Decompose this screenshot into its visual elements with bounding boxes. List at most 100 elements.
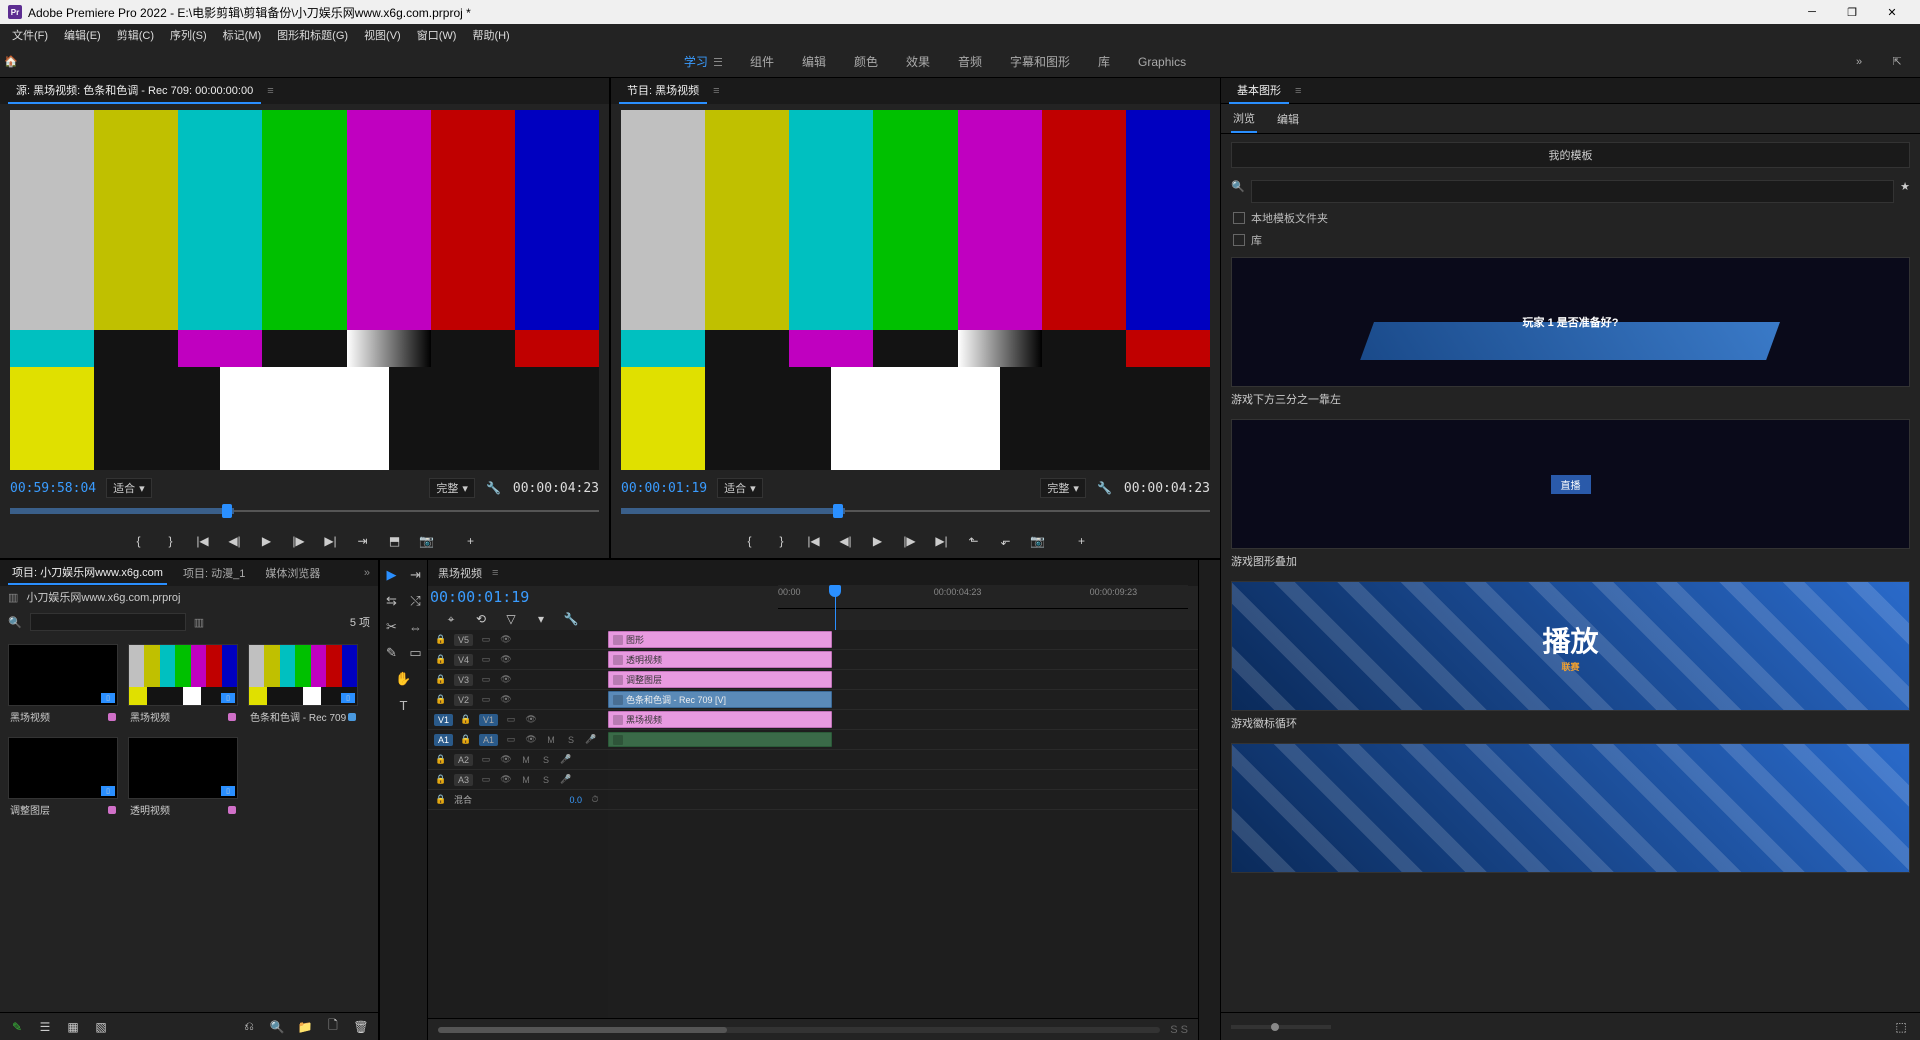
step-fwd-icon[interactable]: |▶ <box>290 532 308 550</box>
rectangle-tool[interactable]: ▭ <box>407 644 425 662</box>
workspace-assembly[interactable]: 组件 <box>736 47 788 76</box>
minimize-button[interactable]: ─ <box>1792 0 1832 24</box>
new-bin-icon[interactable]: 📁 <box>296 1018 314 1036</box>
project-tab-main[interactable]: 项目: 小刀娱乐网www.x6g.com <box>8 561 167 585</box>
razor-tool[interactable]: ✂ <box>383 618 401 636</box>
add-button-icon[interactable]: + <box>1073 532 1091 550</box>
eg-search-input[interactable] <box>1251 180 1894 203</box>
add-button-icon[interactable]: + <box>462 532 480 550</box>
program-scrubber[interactable] <box>621 500 1210 524</box>
track-header[interactable]: V1🔒V1▭👁 <box>428 710 608 730</box>
go-out-icon[interactable]: ▶| <box>322 532 340 550</box>
source-fit-dropdown[interactable]: 适合 ▾ <box>106 478 152 498</box>
overflow-button[interactable]: » <box>1848 51 1870 73</box>
hand-tool[interactable]: ✋ <box>395 670 413 688</box>
mark-in-icon[interactable]: { <box>741 532 759 550</box>
close-button[interactable]: ✕ <box>1872 0 1912 24</box>
track-lane[interactable] <box>608 730 1198 750</box>
program-timecode-left[interactable]: 00:00:01:19 <box>621 481 707 496</box>
bin-item[interactable]: ▯黑场视频 <box>128 644 238 727</box>
track-lane[interactable]: 调整图层 <box>608 670 1198 690</box>
overwrite-icon[interactable]: ⬒ <box>386 532 404 550</box>
new-item-icon[interactable]: ✎ <box>8 1018 26 1036</box>
bin-item[interactable]: ▯色条和色调 - Rec 709 <box>248 644 358 727</box>
play-icon[interactable]: ▶ <box>258 532 276 550</box>
source-panel-tab[interactable]: 源: 黑场视频: 色条和色调 - Rec 709: 00:00:00:00 <box>8 78 261 104</box>
go-in-icon[interactable]: |◀ <box>805 532 823 550</box>
export-icon[interactable]: ⇱ <box>1886 51 1908 73</box>
list-view-icon[interactable]: ☰ <box>36 1018 54 1036</box>
track-header[interactable]: A1🔒A1▭👁MS🎤 <box>428 730 608 750</box>
eg-lib-checkbox[interactable]: 库 <box>1221 229 1920 251</box>
menu-markers[interactable]: 标记(M) <box>215 25 270 45</box>
eg-panel-tab[interactable]: 基本图形 <box>1229 78 1289 104</box>
workspace-color[interactable]: 颜色 <box>840 47 892 76</box>
export-frame-icon[interactable]: 📷 <box>1029 532 1047 550</box>
eg-tab-edit[interactable]: 编辑 <box>1275 106 1301 132</box>
track-lane[interactable] <box>608 750 1198 770</box>
lift-icon[interactable]: ⬑ <box>965 532 983 550</box>
zoom-slider[interactable] <box>438 1027 1160 1033</box>
panel-menu-icon[interactable]: ≡ <box>492 567 498 579</box>
marker-icon[interactable]: ▽ <box>502 610 520 628</box>
project-search-input[interactable] <box>30 613 186 631</box>
home-button[interactable]: 🏠 <box>0 51 22 73</box>
mark-in-icon[interactable]: { <box>130 532 148 550</box>
freeform-view-icon[interactable]: ▧ <box>92 1018 110 1036</box>
source-scrubber[interactable] <box>10 500 599 524</box>
source-timecode-left[interactable]: 00:59:58:04 <box>10 481 96 496</box>
project-tab-media-browser[interactable]: 媒体浏览器 <box>261 562 324 584</box>
sequence-name[interactable]: 黑场视频 <box>438 565 482 581</box>
mark-out-icon[interactable]: } <box>773 532 791 550</box>
source-quality-dropdown[interactable]: 完整 ▾ <box>429 478 475 498</box>
workspace-captions[interactable]: 字幕和图形 <box>996 47 1084 76</box>
timeline-clip[interactable]: 色条和色调 - Rec 709 [V] <box>608 691 832 708</box>
automate-icon[interactable]: ⎌ <box>240 1018 258 1036</box>
wrench-icon[interactable]: 🔧 <box>562 610 580 628</box>
track-header[interactable]: 🔒V5▭👁 <box>428 630 608 650</box>
filter-icon[interactable]: ▥ <box>194 616 204 629</box>
workspace-learn[interactable]: 学习 <box>670 47 736 76</box>
my-templates-button[interactable]: 我的模板 <box>1231 142 1910 168</box>
rate-tool[interactable]: ⤭ <box>407 592 425 610</box>
ripple-tool[interactable]: ⇆ <box>383 592 401 610</box>
workspace-audio[interactable]: 音频 <box>944 47 996 76</box>
maximize-button[interactable]: ❐ <box>1832 0 1872 24</box>
bin-item[interactable]: ▯透明视频 <box>128 737 238 820</box>
timeline-timecode[interactable]: 00:00:01:19 <box>428 588 598 606</box>
workspace-graphics[interactable]: Graphics <box>1124 49 1200 75</box>
find-icon[interactable]: 🔍 <box>268 1018 286 1036</box>
menu-view[interactable]: 视图(V) <box>356 25 409 45</box>
insert-icon[interactable]: ⇥ <box>354 532 372 550</box>
track-lane[interactable]: 图形 <box>608 630 1198 650</box>
step-back-icon[interactable]: ◀| <box>837 532 855 550</box>
eg-zoom-slider[interactable] <box>1231 1025 1331 1029</box>
menu-graphics[interactable]: 图形和标题(G) <box>269 25 356 45</box>
timeline-clip[interactable]: 透明视频 <box>608 651 832 668</box>
panel-menu-icon[interactable]: ≡ <box>713 85 719 97</box>
step-fwd-icon[interactable]: |▶ <box>901 532 919 550</box>
go-in-icon[interactable]: |◀ <box>194 532 212 550</box>
panel-menu-icon[interactable]: ≡ <box>267 85 273 97</box>
step-back-icon[interactable]: ◀| <box>226 532 244 550</box>
source-video[interactable] <box>0 104 609 476</box>
eg-new-icon[interactable]: ⬚ <box>1892 1018 1910 1036</box>
export-frame-icon[interactable]: 📷 <box>418 532 436 550</box>
workspace-effects[interactable]: 效果 <box>892 47 944 76</box>
project-tab-anime[interactable]: 项目: 动漫_1 <box>179 562 249 584</box>
template-item[interactable]: 直播游戏图形叠加 <box>1231 419 1910 573</box>
program-panel-tab[interactable]: 节目: 黑场视频 <box>619 78 707 104</box>
linked-icon[interactable]: ⟲ <box>472 610 490 628</box>
workspace-editing[interactable]: 编辑 <box>788 47 840 76</box>
menu-sequence[interactable]: 序列(S) <box>162 25 215 45</box>
go-out-icon[interactable]: ▶| <box>933 532 951 550</box>
new-item-button[interactable]: 🗋 <box>324 1018 342 1036</box>
program-video[interactable] <box>611 104 1220 476</box>
bin-item[interactable]: ▯黑场视频 <box>8 644 118 727</box>
settings-icon[interactable]: 🔧 <box>485 479 503 497</box>
timeline-clip[interactable]: 调整图层 <box>608 671 832 688</box>
track-header[interactable]: 🔒A2▭👁MS🎤 <box>428 750 608 770</box>
favorite-icon[interactable]: ★ <box>1900 180 1910 203</box>
timeline-clip[interactable]: 黑场视频 <box>608 711 832 728</box>
menu-help[interactable]: 帮助(H) <box>464 25 517 45</box>
